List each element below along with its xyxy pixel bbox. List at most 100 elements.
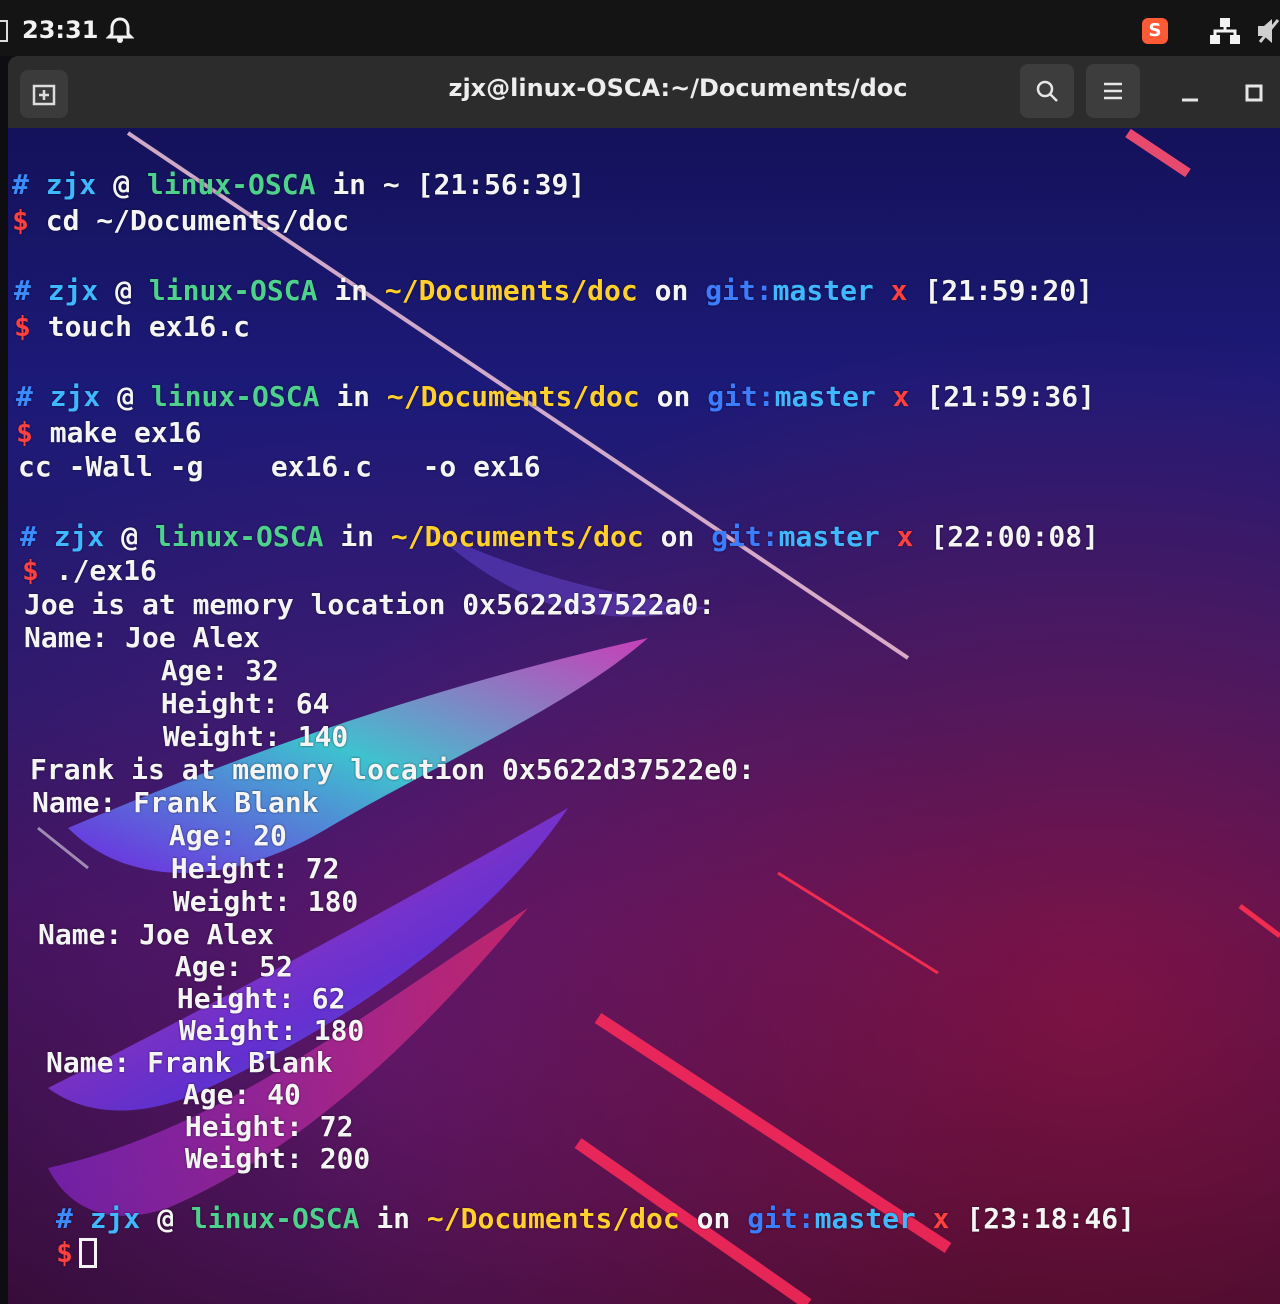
terminal-area[interactable]: # zjx @ linux-OSCA in ~ [21:56:39] $ cd … — [8, 128, 1280, 1304]
git-branch: master — [774, 380, 876, 413]
prompt-user: zjx — [47, 274, 99, 307]
window-title: zjx@linux-OSCA:~/Documents/doc — [448, 74, 908, 102]
prompt-line: # zjx @ linux-OSCA in ~/Documents/doc on… — [16, 380, 1095, 414]
prompt-path: ~/Documents/doc — [426, 1202, 680, 1235]
command-line: $ cd ~/Documents/doc — [12, 204, 349, 238]
new-tab-icon — [32, 84, 56, 106]
git-label: git: — [705, 274, 773, 307]
maximize-icon[interactable] — [1240, 82, 1270, 112]
prompt-hash: # — [20, 520, 37, 553]
clock[interactable]: 23:31 — [22, 16, 98, 44]
output-line: Age: 20 — [34, 819, 287, 852]
git-dirty-mark: x — [896, 520, 914, 553]
output-line: Joe is at memory location 0x5622d37522a0… — [24, 588, 716, 621]
git-label: git: — [711, 520, 779, 553]
prompt-dollar: $ — [14, 310, 31, 343]
output-line: Height: 72 — [36, 852, 340, 885]
output-line: Age: 32 — [26, 654, 279, 687]
search-button[interactable] — [1020, 64, 1074, 118]
prompt-in: in — [340, 520, 375, 553]
command-line: $ — [56, 1236, 97, 1270]
prompt-user: zjx — [53, 520, 105, 553]
command-line: $ touch ex16.c — [14, 310, 250, 344]
prompt-at: @ — [115, 274, 133, 307]
prompt-dollar: $ — [22, 554, 39, 587]
output-line: Name: Frank Blank — [46, 1046, 333, 1079]
git-branch: master — [778, 520, 880, 553]
prompt-host: linux-OSCA — [148, 274, 318, 307]
new-tab-button[interactable] — [20, 70, 68, 118]
git-dirty-mark: x — [890, 274, 908, 307]
output-line: Height: 62 — [42, 982, 346, 1015]
prompt-at: @ — [121, 520, 139, 553]
git-dirty-mark: x — [932, 1202, 950, 1235]
output-line: Age: 40 — [48, 1078, 301, 1111]
make-output: cc -Wall -g ex16.c -o ex16 — [18, 450, 541, 483]
prompt-hash: # — [12, 168, 29, 201]
prompt-dollar: $ — [56, 1236, 73, 1269]
menu-button[interactable] — [1086, 64, 1140, 118]
prompt-in: in — [336, 380, 371, 413]
prompt-path: ~/Documents/doc — [386, 380, 640, 413]
git-label: git: — [707, 380, 775, 413]
git-label: git: — [747, 1202, 815, 1235]
prompt-host: linux-OSCA — [150, 380, 320, 413]
prompt-at: @ — [157, 1202, 175, 1235]
bell-icon[interactable] — [106, 16, 134, 44]
prompt-dollar: $ — [12, 204, 29, 237]
output-line: Weight: 140 — [28, 720, 349, 753]
prompt-line: # zjx @ linux-OSCA in ~ [21:56:39] — [12, 168, 585, 202]
light-streak — [777, 871, 939, 975]
git-dirty-mark: x — [892, 380, 910, 413]
volume-icon[interactable] — [1256, 16, 1280, 46]
prompt-hash: # — [14, 274, 31, 307]
prompt-path: ~/Documents/doc — [390, 520, 644, 553]
command-line: $ make ex16 — [16, 416, 201, 450]
prompt-timestamp: [22:00:08] — [930, 520, 1099, 553]
prompt-dollar: $ — [16, 416, 33, 449]
prompt-line: # zjx @ linux-OSCA in ~/Documents/doc on… — [14, 274, 1093, 308]
prompt-at: @ — [113, 168, 131, 201]
output-line: Age: 52 — [40, 950, 293, 983]
minimize-icon[interactable] — [1176, 82, 1206, 112]
prompt-line: # zjx @ linux-OSCA in ~/Documents/doc on… — [20, 520, 1099, 554]
prompt-line: # zjx @ linux-OSCA in ~/Documents/doc on… — [56, 1202, 1135, 1236]
command-text: touch ex16.c — [47, 310, 251, 343]
output-line: Name: Frank Blank — [32, 786, 319, 819]
app-tray-icon[interactable]: S — [1142, 18, 1168, 44]
prompt-user: zjx — [89, 1202, 141, 1235]
command-line: $ ./ex16 — [22, 554, 157, 588]
prompt-hash: # — [56, 1202, 73, 1235]
prompt-user: zjx — [45, 168, 97, 201]
prompt-in: in — [332, 168, 367, 201]
output-line: Name: Joe Alex — [24, 621, 261, 654]
output-line: Weight: 200 — [50, 1142, 371, 1175]
prompt-timestamp: [21:59:36] — [926, 380, 1095, 413]
prompt-in: in — [334, 274, 369, 307]
command-text: cd ~/Documents/doc — [45, 204, 350, 237]
light-streak — [1238, 904, 1280, 938]
prompt-path: ~/Documents/doc — [384, 274, 638, 307]
prompt-on: on — [656, 380, 691, 413]
git-branch: master — [814, 1202, 916, 1235]
network-icon[interactable] — [1208, 16, 1242, 46]
terminal-cursor[interactable] — [78, 1238, 97, 1268]
system-top-bar: 23:31 S — [0, 0, 1280, 56]
prompt-timestamp: [23:18:46] — [966, 1202, 1135, 1235]
command-text: ./ex16 — [55, 554, 157, 587]
prompt-timestamp: [21:56:39] — [416, 168, 586, 201]
prompt-in: in — [376, 1202, 411, 1235]
prompt-on: on — [696, 1202, 731, 1235]
search-icon — [1036, 80, 1058, 102]
prompt-on: on — [660, 520, 695, 553]
prompt-path: ~ — [382, 168, 400, 201]
prompt-host: linux-OSCA — [146, 168, 316, 201]
window-titlebar: zjx@linux-OSCA:~/Documents/doc — [8, 56, 1280, 128]
output-line: Height: 64 — [26, 687, 330, 720]
output-line: Weight: 180 — [44, 1014, 365, 1047]
output-line: Frank is at memory location 0x5622d37522… — [30, 753, 755, 786]
workspace-indicator[interactable] — [0, 20, 8, 42]
light-streak — [1125, 128, 1191, 178]
prompt-on: on — [654, 274, 689, 307]
prompt-at: @ — [117, 380, 135, 413]
